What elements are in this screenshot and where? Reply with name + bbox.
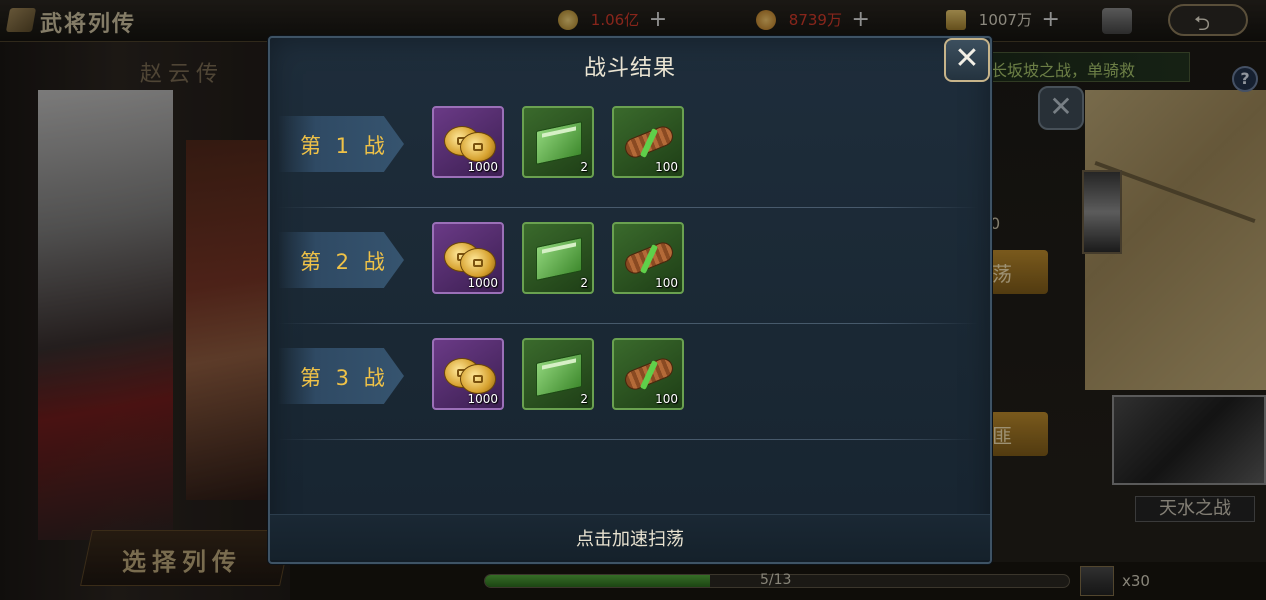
battle-tag: 第 3 战 [278, 348, 404, 404]
book-icon [536, 237, 582, 281]
reward-copper-coins[interactable]: 1000 [432, 222, 504, 294]
battle-label: 第 1 战 [300, 134, 389, 158]
battle-row: 第 2 战 1000 2 100 [278, 208, 980, 324]
row-divider [278, 439, 978, 440]
close-icon[interactable]: ✕ [944, 38, 990, 82]
reward-copper-coins[interactable]: 1000 [432, 106, 504, 178]
reward-count: 1000 [467, 160, 498, 174]
reward-count: 100 [655, 160, 678, 174]
reward-green-book[interactable]: 2 [522, 222, 594, 294]
reward-scroll[interactable]: 100 [612, 222, 684, 294]
battle-row: 第 3 战 1000 2 100 [278, 324, 980, 440]
reward-count: 100 [655, 276, 678, 290]
reward-count: 2 [580, 276, 588, 290]
speed-up-sweep-button[interactable]: 点击加速扫荡 [270, 514, 990, 560]
reward-count: 2 [580, 160, 588, 174]
scroll-icon [622, 238, 676, 278]
copper-coins-icon [442, 118, 496, 164]
reward-scroll[interactable]: 100 [612, 338, 684, 410]
reward-scroll[interactable]: 100 [612, 106, 684, 178]
dialog-title: 战斗结果 [583, 56, 676, 81]
battle-label: 第 3 战 [300, 366, 389, 390]
reward-copper-coins[interactable]: 1000 [432, 338, 504, 410]
reward-count: 1000 [467, 392, 498, 406]
copper-coins-icon [442, 350, 496, 396]
reward-count: 1000 [467, 276, 498, 290]
reward-green-book[interactable]: 2 [522, 106, 594, 178]
scroll-icon [622, 354, 676, 394]
reward-green-book[interactable]: 2 [522, 338, 594, 410]
reward-count: 2 [580, 392, 588, 406]
battle-tag: 第 2 战 [278, 232, 404, 288]
book-icon [536, 353, 582, 397]
battle-row: 第 1 战 1000 2 100 [278, 92, 980, 208]
scroll-icon [622, 122, 676, 162]
book-icon [536, 121, 582, 165]
battle-tag: 第 1 战 [278, 116, 404, 172]
battle-label: 第 2 战 [300, 250, 389, 274]
footer-label: 点击加速扫荡 [576, 529, 684, 550]
reward-count: 100 [655, 392, 678, 406]
copper-coins-icon [442, 234, 496, 280]
